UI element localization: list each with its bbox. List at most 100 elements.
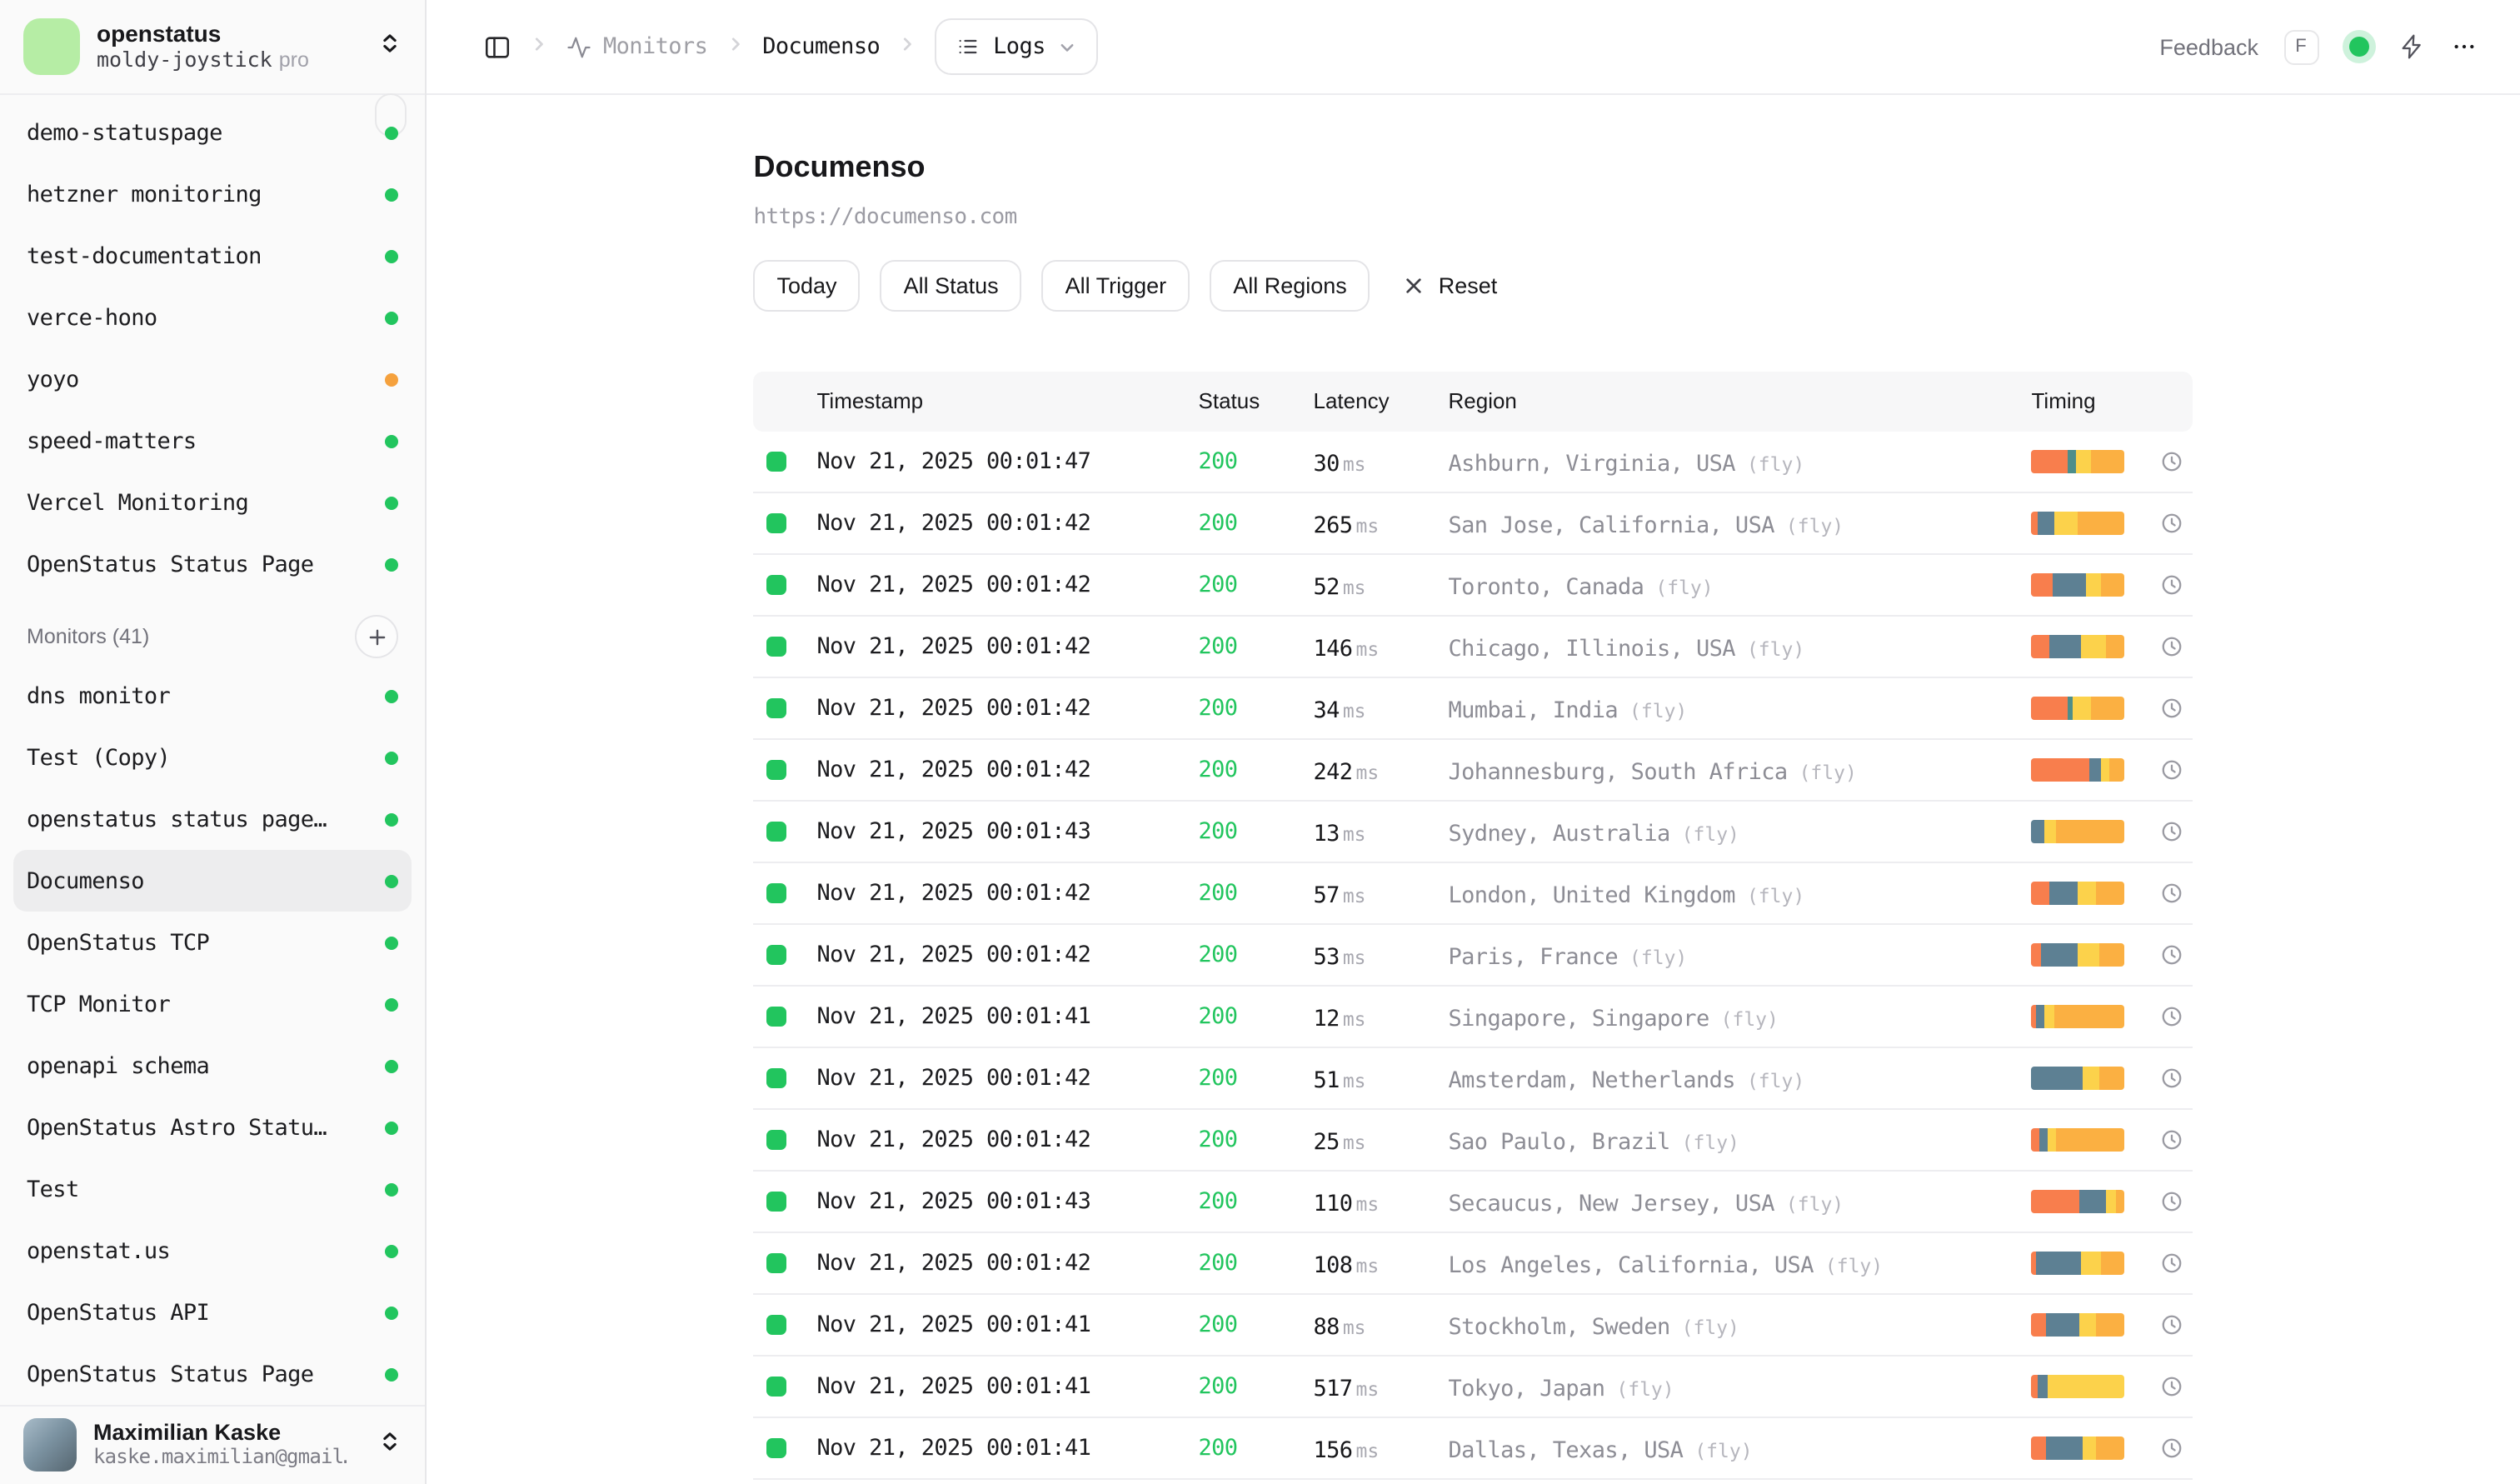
sidebar-toggle-button[interactable] bbox=[483, 32, 511, 61]
clock-icon[interactable] bbox=[2162, 759, 2183, 781]
table-row[interactable]: Nov 21, 2025 00:01:42 200 25ms Sao Paulo… bbox=[754, 1110, 2193, 1172]
cell-region: Johannesburg, South Africa(fly) bbox=[1449, 754, 1857, 786]
table-row[interactable]: Nov 21, 2025 00:01:41 200 88ms Stockholm… bbox=[754, 1295, 2193, 1357]
sidebar-item[interactable]: TCP Monitor bbox=[13, 973, 412, 1035]
filter-status-button[interactable]: All Status bbox=[881, 260, 1022, 312]
cell-status: 200 bbox=[1199, 510, 1238, 537]
sidebar-item-label: Test bbox=[27, 1176, 385, 1202]
sidebar-item[interactable]: verce-hono bbox=[13, 287, 412, 348]
clock-icon[interactable] bbox=[2162, 1252, 2183, 1274]
add-monitor-button[interactable] bbox=[355, 615, 398, 658]
cell-timestamp: Nov 21, 2025 00:01:42 bbox=[817, 757, 1091, 783]
clock-icon[interactable] bbox=[2162, 1314, 2183, 1336]
clock-icon[interactable] bbox=[2162, 1129, 2183, 1151]
sidebar-item[interactable]: OpenStatus Astro Statu… bbox=[13, 1097, 412, 1158]
status-dot-up bbox=[385, 1367, 398, 1381]
table-row[interactable]: Nov 21, 2025 00:01:41 200 156ms Dallas, … bbox=[754, 1418, 2193, 1480]
table-row[interactable]: Nov 21, 2025 00:01:42 200 265ms San Jose… bbox=[754, 493, 2193, 555]
clock-icon[interactable] bbox=[2162, 451, 2183, 472]
table-row[interactable]: Nov 21, 2025 00:01:41 200 12ms Singapore… bbox=[754, 987, 2193, 1048]
user-name: Maximilian Kaske bbox=[93, 1420, 362, 1445]
sidebar-item[interactable]: demo-statuspage bbox=[13, 102, 412, 163]
clock-icon[interactable] bbox=[2162, 697, 2183, 719]
timing-segment-orange bbox=[2032, 1128, 2039, 1152]
status-square-icon bbox=[767, 1192, 787, 1212]
sidebar-item[interactable]: OpenStatus Status Page bbox=[13, 1343, 412, 1402]
filter-regions-button[interactable]: All Regions bbox=[1210, 260, 1370, 312]
sidebar-item[interactable]: openstat.us bbox=[13, 1220, 412, 1282]
timing-segment-teal bbox=[2067, 697, 2073, 720]
sidebar-item[interactable]: OpenStatus TCP bbox=[13, 912, 412, 973]
table-body: Nov 21, 2025 00:01:47 200 30ms Ashburn, … bbox=[754, 432, 2193, 1480]
clock-icon[interactable] bbox=[2162, 1437, 2183, 1459]
user-menu[interactable]: Maximilian Kaske kaske.maximilian@gmail… bbox=[0, 1404, 425, 1484]
timing-segment-amber bbox=[2078, 512, 2124, 535]
system-status-dot[interactable] bbox=[2348, 37, 2368, 57]
view-selector-logs[interactable]: Logs bbox=[935, 18, 1099, 75]
status-square-icon bbox=[767, 637, 787, 657]
clock-icon[interactable] bbox=[2162, 1376, 2183, 1397]
cell-status: 200 bbox=[1199, 1435, 1238, 1462]
sidebar-item[interactable]: speed-matters bbox=[13, 410, 412, 472]
sidebar-item[interactable]: dns monitor bbox=[13, 665, 412, 727]
more-options-button[interactable] bbox=[2450, 33, 2477, 60]
clock-icon[interactable] bbox=[2162, 882, 2183, 904]
status-dot-degraded bbox=[385, 372, 398, 386]
reset-filters-button[interactable]: Reset bbox=[1390, 260, 1511, 312]
table-row[interactable]: Nov 21, 2025 00:01:42 200 108ms Los Ange… bbox=[754, 1233, 2193, 1295]
breadcrumb-monitors[interactable]: Monitors bbox=[566, 33, 707, 60]
sidebar-item[interactable]: Test bbox=[13, 1158, 412, 1220]
clock-icon[interactable] bbox=[2162, 512, 2183, 534]
clock-icon[interactable] bbox=[2162, 821, 2183, 842]
table-row[interactable]: Nov 21, 2025 00:01:42 200 34ms Mumbai, I… bbox=[754, 678, 2193, 740]
sidebar-item[interactable]: Test (Copy) bbox=[13, 727, 412, 788]
filter-trigger-button[interactable]: All Trigger bbox=[1042, 260, 1190, 312]
clock-icon[interactable] bbox=[2162, 574, 2183, 596]
panel-left-icon bbox=[483, 32, 511, 61]
table-row[interactable]: Nov 21, 2025 00:01:42 200 53ms Paris, Fr… bbox=[754, 925, 2193, 987]
sidebar-item[interactable]: test-documentation bbox=[13, 225, 412, 287]
timing-segment-teal bbox=[2068, 450, 2075, 473]
cell-status: 200 bbox=[1199, 1188, 1238, 1215]
sidebar-item-label: Test (Copy) bbox=[27, 744, 385, 771]
clock-icon[interactable] bbox=[2162, 1067, 2183, 1089]
clock-icon[interactable] bbox=[2162, 944, 2183, 966]
clock-icon[interactable] bbox=[2162, 1191, 2183, 1212]
status-square-icon bbox=[767, 1068, 787, 1088]
sidebar-item[interactable]: Documenso bbox=[13, 850, 412, 912]
sidebar-item[interactable]: Vercel Monitoring bbox=[13, 472, 412, 533]
sidebar-item[interactable]: openapi schema bbox=[13, 1035, 412, 1097]
status-dot-up bbox=[385, 812, 398, 826]
clock-icon[interactable] bbox=[2162, 636, 2183, 657]
sidebar: openstatus moldy-joystickpro demo-status… bbox=[0, 0, 427, 1484]
status-square-icon bbox=[767, 1253, 787, 1273]
table-row[interactable]: Nov 21, 2025 00:01:42 200 146ms Chicago,… bbox=[754, 617, 2193, 678]
sidebar-item[interactable]: yoyo bbox=[13, 348, 412, 410]
breadcrumb-monitor-name[interactable]: Documenso bbox=[762, 33, 880, 60]
workspace-switcher[interactable]: openstatus moldy-joystickpro bbox=[0, 0, 425, 95]
timing-segment-orange bbox=[2032, 1437, 2046, 1460]
filter-date-button[interactable]: Today bbox=[754, 260, 861, 312]
table-row[interactable]: Nov 21, 2025 00:01:42 200 51ms Amsterdam… bbox=[754, 1048, 2193, 1110]
timing-segment-slate bbox=[2045, 1313, 2078, 1337]
sidebar-item[interactable]: OpenStatus Status Page bbox=[13, 533, 412, 595]
timing-segment-yellow bbox=[2085, 573, 2100, 597]
table-row[interactable]: Nov 21, 2025 00:01:41 200 517ms Tokyo, J… bbox=[754, 1357, 2193, 1418]
sidebar-item[interactable]: openstatus status page… bbox=[13, 788, 412, 850]
sidebar-item[interactable]: OpenStatus API bbox=[13, 1282, 412, 1343]
table-row[interactable]: Nov 21, 2025 00:01:43 200 110ms Secaucus… bbox=[754, 1172, 2193, 1233]
table-row[interactable]: Nov 21, 2025 00:01:42 200 242ms Johannes… bbox=[754, 740, 2193, 802]
breadcrumb-separator bbox=[726, 32, 744, 62]
table-row[interactable]: Nov 21, 2025 00:01:47 200 30ms Ashburn, … bbox=[754, 432, 2193, 493]
feedback-button[interactable]: Feedback bbox=[2159, 34, 2258, 59]
timing-segment-amber bbox=[2097, 882, 2125, 905]
status-square-icon bbox=[767, 945, 787, 965]
table-row[interactable]: Nov 21, 2025 00:01:43 200 13ms Sydney, A… bbox=[754, 802, 2193, 863]
table-row[interactable]: Nov 21, 2025 00:01:42 200 57ms London, U… bbox=[754, 863, 2193, 925]
table-row[interactable]: Nov 21, 2025 00:01:42 200 52ms Toronto, … bbox=[754, 555, 2193, 617]
bolt-button[interactable] bbox=[2398, 33, 2425, 60]
sidebar-item[interactable]: hetzner monitoring bbox=[13, 163, 412, 225]
main-area: Monitors Documenso Logs Feedback F bbox=[427, 0, 2520, 1484]
user-info: Maximilian Kaske kaske.maximilian@gmail… bbox=[93, 1420, 362, 1470]
clock-icon[interactable] bbox=[2162, 1006, 2183, 1027]
